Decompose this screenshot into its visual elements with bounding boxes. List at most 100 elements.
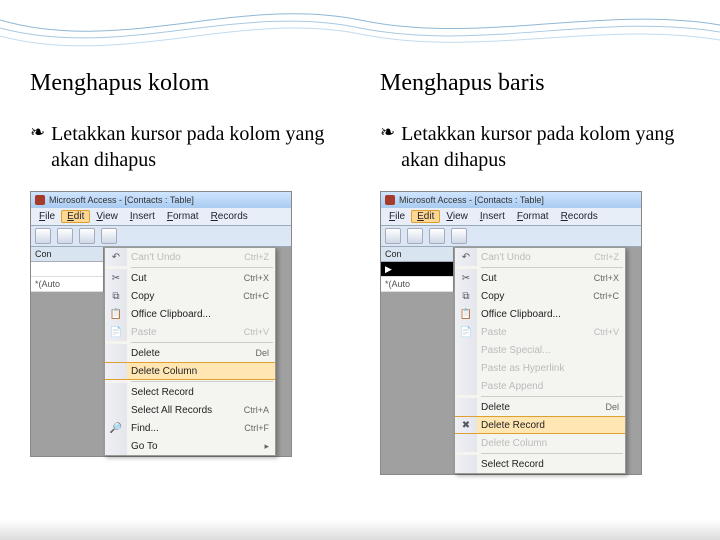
- two-column-layout: Menghapus kolom ❧ Letakkan kursor pada k…: [0, 0, 720, 475]
- menu-item-office-clipboard[interactable]: 📋Office Clipboard...: [105, 305, 275, 323]
- menu-item-select-all-records[interactable]: Select All RecordsCtrl+A: [105, 401, 275, 419]
- bullet-text: Letakkan kursor pada kolom yang akan dih…: [51, 121, 340, 173]
- menu-item-can-t-undo: ↶Can't UndoCtrl+Z: [105, 248, 275, 266]
- work-area: Con * (Auto ↶Can't UndoCtrl+Z✂CutCtrl+X⧉…: [31, 247, 291, 456]
- menu-format[interactable]: Format: [511, 210, 555, 223]
- menu-item-copy[interactable]: ⧉CopyCtrl+C: [105, 287, 275, 305]
- menu-item-label: Can't Undo: [131, 252, 238, 263]
- bullet-right: ❧ Letakkan kursor pada kolom yang akan d…: [380, 121, 690, 173]
- access-icon: [385, 195, 395, 205]
- grid-new-row[interactable]: * (Auto: [381, 277, 453, 292]
- heading-right: Menghapus baris: [380, 70, 690, 97]
- menu-item-label: Paste as Hyperlink: [481, 363, 619, 374]
- menu-item-select-record[interactable]: Select Record: [455, 455, 625, 473]
- toolbar-button[interactable]: [79, 228, 95, 244]
- menu-item-delete-column[interactable]: Delete Column: [105, 362, 275, 380]
- menu-item-cut[interactable]: ✂CutCtrl+X: [105, 269, 275, 287]
- menu-file[interactable]: File: [33, 210, 61, 223]
- menu-edit[interactable]: Edit: [411, 210, 440, 223]
- menu-item-delete[interactable]: DeleteDel: [455, 398, 625, 416]
- menu-item-paste-append: Paste Append: [455, 377, 625, 395]
- menu-item-shortcut: Ctrl+A: [238, 405, 269, 415]
- col-header[interactable]: Con: [381, 247, 453, 262]
- menu-item-label: Cut: [481, 273, 588, 284]
- menu-records[interactable]: Records: [205, 210, 254, 223]
- toolbar[interactable]: [31, 226, 291, 247]
- menu-item-label: Delete Column: [131, 366, 269, 377]
- menu-separator: [481, 453, 623, 454]
- menu-item-copy[interactable]: ⧉CopyCtrl+C: [455, 287, 625, 305]
- menu-item-paste: 📄PasteCtrl+V: [105, 323, 275, 341]
- menu-item-icon: [105, 383, 127, 401]
- menu-view[interactable]: View: [90, 210, 124, 223]
- context-menu-right[interactable]: ↶Can't UndoCtrl+Z✂CutCtrl+X⧉CopyCtrl+C📋O…: [454, 247, 626, 474]
- toolbar-button[interactable]: [57, 228, 73, 244]
- toolbar-button[interactable]: [429, 228, 445, 244]
- toolbar-button[interactable]: [101, 228, 117, 244]
- access-icon: [35, 195, 45, 205]
- menu-item-icon: [455, 434, 477, 452]
- datasheet-strip: Con * (Auto: [31, 247, 104, 292]
- menu-item-label: Paste Append: [481, 381, 619, 392]
- menu-item-shortcut: Ctrl+V: [238, 327, 269, 337]
- menu-separator: [131, 342, 273, 343]
- menu-insert[interactable]: Insert: [124, 210, 161, 223]
- menu-item-label: Delete: [131, 348, 249, 359]
- bullet-text: Letakkan kursor pada kolom yang akan dih…: [401, 121, 690, 173]
- grid-row-selected[interactable]: ▶: [381, 262, 453, 277]
- menu-file[interactable]: File: [383, 210, 411, 223]
- menu-item-delete[interactable]: DeleteDel: [105, 344, 275, 362]
- menu-format[interactable]: Format: [161, 210, 205, 223]
- toolbar-button[interactable]: [451, 228, 467, 244]
- menu-item-label: Select Record: [131, 387, 269, 398]
- menu-item-find[interactable]: 🔎Find...Ctrl+F: [105, 419, 275, 437]
- menu-item-icon: [105, 363, 127, 379]
- menu-item-label: Office Clipboard...: [481, 309, 619, 320]
- menu-separator: [131, 381, 273, 382]
- context-menu-left[interactable]: ↶Can't UndoCtrl+Z✂CutCtrl+X⧉CopyCtrl+C📋O…: [104, 247, 276, 456]
- menu-edit[interactable]: Edit: [61, 210, 90, 223]
- menu-item-label: Office Clipboard...: [131, 309, 269, 320]
- bullet-glyph: ❧: [380, 121, 395, 144]
- menu-view[interactable]: View: [440, 210, 474, 223]
- menu-item-icon: ⧉: [455, 287, 477, 305]
- slide: Menghapus kolom ❧ Letakkan kursor pada k…: [0, 0, 720, 540]
- menu-item-can-t-undo: ↶Can't UndoCtrl+Z: [455, 248, 625, 266]
- menu-records[interactable]: Records: [555, 210, 604, 223]
- col-header[interactable]: Con: [31, 247, 103, 262]
- menu-item-icon: [455, 377, 477, 395]
- grid-row[interactable]: [31, 262, 103, 277]
- menu-item-delete-record[interactable]: ✖Delete Record: [455, 416, 625, 434]
- menu-item-office-clipboard[interactable]: 📋Office Clipboard...: [455, 305, 625, 323]
- grid-new-row[interactable]: * (Auto: [31, 277, 103, 292]
- menu-item-icon: 🔎: [105, 419, 127, 437]
- menu-item-shortcut: Del: [249, 348, 269, 358]
- menu-insert[interactable]: Insert: [474, 210, 511, 223]
- menu-item-icon: ↶: [105, 248, 127, 266]
- menu-bar-left[interactable]: FileEditViewInsertFormatRecords: [31, 208, 291, 226]
- toolbar[interactable]: [381, 226, 641, 247]
- toolbar-button[interactable]: [35, 228, 51, 244]
- menu-item-label: Find...: [131, 423, 238, 434]
- menu-item-select-record[interactable]: Select Record: [105, 383, 275, 401]
- menu-item-cut[interactable]: ✂CutCtrl+X: [455, 269, 625, 287]
- column-left: Menghapus kolom ❧ Letakkan kursor pada k…: [30, 70, 340, 475]
- toolbar-button[interactable]: [385, 228, 401, 244]
- menu-item-shortcut: Ctrl+Z: [588, 252, 619, 262]
- work-area: Con ▶ * (Auto ↶Can't UndoCtrl+Z ✂ Cut Ctrl+…: [381, 247, 641, 474]
- menu-item-label: Select All Records: [131, 405, 238, 416]
- menu-item-label: Paste: [481, 327, 588, 338]
- menu-item-icon: 📄: [455, 323, 477, 341]
- footer-shadow: [0, 520, 720, 540]
- menu-item-go-to[interactable]: Go To▸: [105, 437, 275, 455]
- window-title: Microsoft Access - [Contacts : Table]: [399, 195, 544, 205]
- menu-item-icon: ✂: [455, 269, 477, 287]
- menu-item-icon: ⧉: [105, 287, 127, 305]
- menu-item-paste-special: Paste Special...: [455, 341, 625, 359]
- bullet-left: ❧ Letakkan kursor pada kolom yang akan d…: [30, 121, 340, 173]
- menu-item-label: Paste Special...: [481, 345, 619, 356]
- menu-bar-right[interactable]: FileEditViewInsertFormatRecords: [381, 208, 641, 226]
- menu-item-label: Delete: [481, 402, 599, 413]
- toolbar-button[interactable]: [407, 228, 423, 244]
- screenshot-right: Microsoft Access - [Contacts : Table] Fi…: [380, 191, 642, 475]
